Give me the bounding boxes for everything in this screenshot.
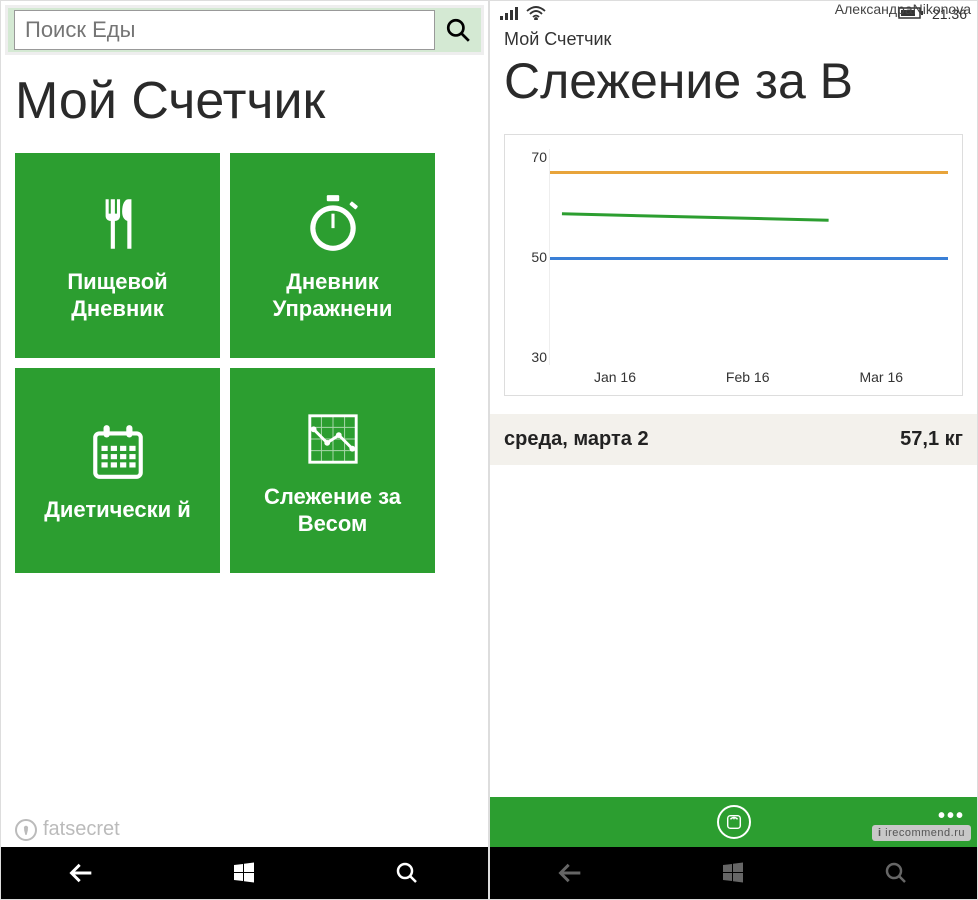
entry-weight: 57,1 кг: [900, 428, 963, 451]
chart-line-lower: [550, 257, 948, 260]
chart-icon: [298, 404, 368, 474]
tile-label: Пищевой Дневник: [25, 269, 210, 322]
back-button[interactable]: [62, 853, 102, 893]
weight-chart[interactable]: 70 50 30 Jan 16 Feb 16 Mar 16: [504, 134, 963, 396]
tile-food-diary[interactable]: Пищевой Дневник: [15, 153, 220, 358]
tile-exercise-diary[interactable]: Дневник Упражнени: [230, 153, 435, 358]
x-tick: Feb 16: [726, 369, 770, 389]
back-button[interactable]: [551, 853, 591, 893]
phone-screen-2: АлександраNikonova 21:36 Мой Счетчик Сле…: [489, 0, 978, 900]
brand-text: fatsecret: [43, 818, 120, 841]
y-tick: 30: [513, 349, 547, 365]
signal-icon: [500, 6, 520, 23]
search-button[interactable]: [387, 853, 427, 893]
phone-screen-1: Мой Счетчик Пищевой Дневник: [0, 0, 489, 900]
search-input[interactable]: [14, 10, 435, 50]
chart-y-axis: 70 50 30: [513, 149, 547, 365]
wifi-icon: [526, 6, 546, 23]
weight-entry-row[interactable]: среда, марта 2 57,1 кг: [490, 414, 977, 465]
windows-button[interactable]: [713, 853, 753, 893]
watermark-site: i irecommend.ru: [872, 825, 971, 841]
y-tick: 50: [513, 249, 547, 265]
tile-label: Слежение за Весом: [240, 484, 425, 537]
keyhole-icon: [15, 819, 37, 841]
tile-diet-calendar[interactable]: Диетически й: [15, 368, 220, 573]
page-title: Мой Счетчик: [1, 59, 488, 143]
fork-knife-icon: [83, 189, 153, 259]
windows-button[interactable]: [224, 853, 264, 893]
entry-date: среда, марта 2: [504, 428, 649, 451]
x-tick: Mar 16: [859, 369, 903, 389]
y-tick: 70: [513, 149, 547, 165]
search-bar: [5, 5, 484, 55]
scale-button[interactable]: [717, 805, 751, 839]
tile-label: Дневник Упражнени: [240, 269, 425, 322]
chart-plot: [549, 149, 948, 365]
x-tick: Jan 16: [594, 369, 636, 389]
breadcrumb: Мой Счетчик: [490, 25, 977, 50]
nav-bar: [490, 847, 977, 899]
search-icon[interactable]: [441, 13, 475, 47]
tile-grid: Пищевой Дневник Дневник Упражнени: [1, 143, 488, 573]
page-title: Слежение за В: [490, 50, 977, 118]
nav-bar: [1, 847, 488, 899]
search-button[interactable]: [876, 853, 916, 893]
chart-x-axis: Jan 16 Feb 16 Mar 16: [549, 369, 948, 389]
stopwatch-icon: [298, 189, 368, 259]
calendar-icon: [83, 417, 153, 487]
tile-weight-tracking[interactable]: Слежение за Весом: [230, 368, 435, 573]
brand-logo: fatsecret: [15, 818, 120, 841]
watermark-username: АлександраNikonova: [835, 1, 971, 17]
tile-label: Диетически й: [44, 497, 191, 523]
